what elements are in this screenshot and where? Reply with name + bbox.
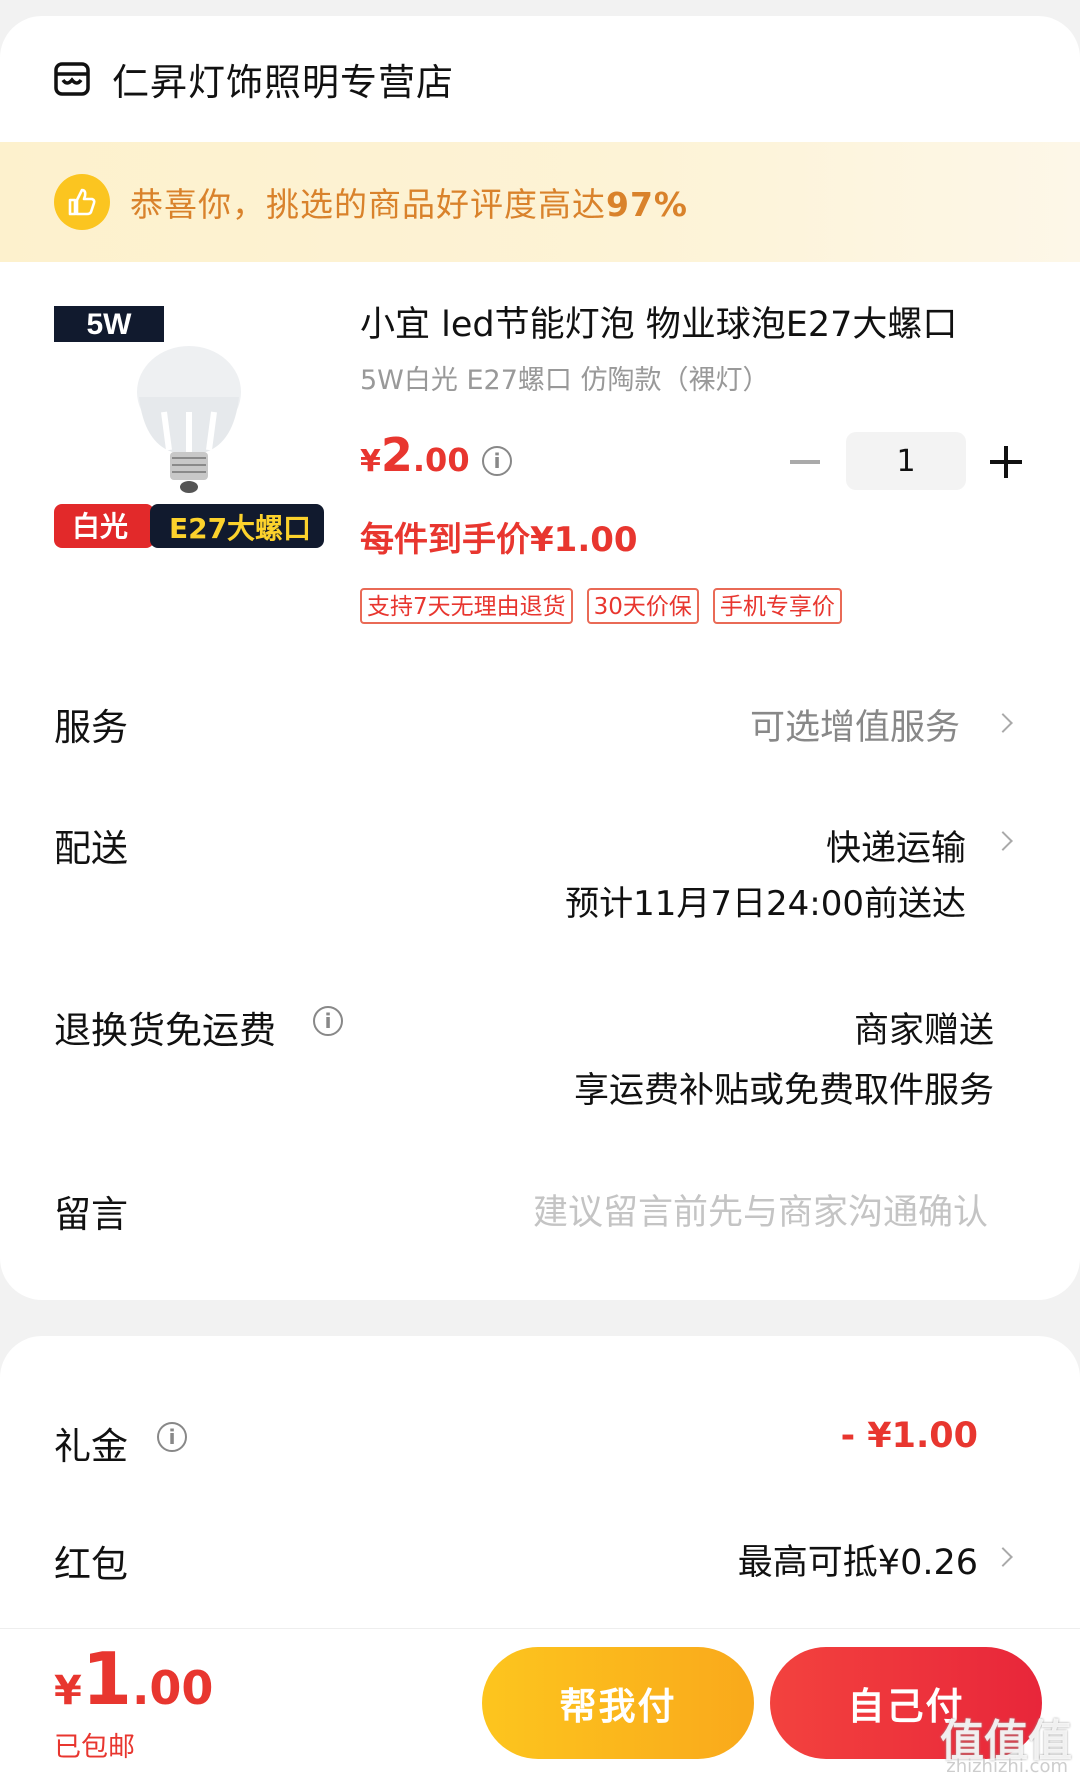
price-info-icon[interactable]: i: [482, 446, 512, 476]
gift-value: - ¥1.00: [840, 1416, 978, 1456]
store-icon: [54, 62, 90, 96]
return-fee-detail: 享运费补贴或免费取件服务: [573, 1071, 994, 1111]
product-title[interactable]: 小宜 led节能灯泡 物业球泡E27大螺口: [360, 296, 1000, 347]
service-tags: 支持7天无理由退货 30天价保 手机专享价: [360, 588, 842, 624]
shipping-note: 已包邮: [54, 1732, 135, 1763]
quantity-increase-button[interactable]: [990, 446, 1022, 478]
red-packet-label: 红包: [54, 1543, 128, 1586]
price-integer: 2: [380, 428, 413, 482]
total-integer: 1: [81, 1637, 132, 1721]
price-currency: ¥: [360, 444, 381, 479]
message-input[interactable]: 建议留言前先与商家沟通确认: [533, 1184, 988, 1235]
praise-rate: 97%: [606, 185, 688, 224]
shop-name: 仁昇灯饰照明专营店: [112, 61, 454, 104]
total-decimal: .00: [131, 1661, 214, 1715]
tag-mobile-price: 手机专享价: [712, 588, 842, 624]
delivery-eta: 预计11月7日24:00前送达: [565, 884, 966, 924]
praise-text: 恭喜你，挑选的商品好评度高达: [130, 185, 606, 224]
total-price: ¥1.00: [54, 1637, 213, 1721]
product-image[interactable]: 5W 白光 E27大螺口: [54, 292, 324, 562]
return-fee-info-icon[interactable]: i: [313, 1006, 343, 1036]
message-label: 留言: [54, 1193, 128, 1236]
product-price: ¥2.00: [360, 428, 470, 482]
help-pay-button[interactable]: 帮我付: [482, 1647, 754, 1759]
delivery-label: 配送: [54, 827, 128, 870]
return-fee-value: 商家赠送: [853, 1011, 994, 1051]
tag-price-protect: 30天价保: [586, 588, 699, 624]
watermark-url: zhizhizhi.com: [946, 1756, 1068, 1777]
gift-info-icon[interactable]: i: [157, 1422, 187, 1452]
red-packet-value[interactable]: 最高可抵¥0.26: [738, 1534, 978, 1585]
checkout-bar: ¥1.00 已包邮 帮我付 自己付 值值值 zhizhizhi.com: [0, 1628, 1080, 1777]
thumbs-up-icon: [54, 174, 110, 230]
quantity-decrease-button[interactable]: [790, 460, 820, 464]
unit-price: 每件到手价¥1.00: [360, 520, 638, 560]
delivery-value[interactable]: 快递运输: [826, 820, 966, 871]
return-fee-label: 退换货免运费: [54, 1009, 276, 1052]
shop-row[interactable]: 仁昇灯饰照明专营店: [0, 16, 1080, 142]
praise-banner: 恭喜你，挑选的商品好评度高达97%: [0, 142, 1080, 262]
tag-return: 支持7天无理由退货: [360, 588, 573, 624]
badge-socket: E27大螺口: [169, 512, 311, 545]
quantity-input[interactable]: 1: [846, 432, 966, 490]
product-spec[interactable]: 5W白光 E27螺口 仿陶款（裸灯）: [360, 358, 769, 397]
service-label: 服务: [54, 706, 128, 749]
price-decimal: .00: [412, 441, 470, 479]
gift-label: 礼金: [54, 1425, 128, 1468]
badge-light: 白光: [72, 510, 128, 543]
service-value[interactable]: 可选增值服务: [750, 699, 960, 750]
badge-power: 5W: [87, 308, 133, 341]
total-currency: ¥: [54, 1668, 82, 1714]
